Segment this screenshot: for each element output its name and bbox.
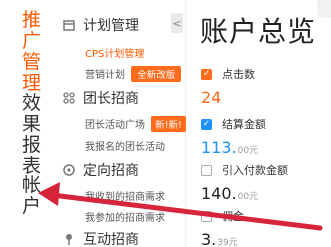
menu-item-cps-plan[interactable]: CPS计划管理: [85, 45, 181, 60]
group-head[interactable]: 互动招商: [63, 229, 139, 247]
rail-char: 户: [22, 195, 42, 217]
rail-item-account[interactable]: 帐 户: [22, 175, 42, 217]
calendar-icon: [63, 19, 75, 31]
rail-char: 帐: [22, 174, 42, 196]
metric-label: 引入付款金额: [222, 164, 288, 177]
metric-number: 140.: [201, 184, 237, 203]
group-title: 计划管理: [83, 18, 139, 34]
rail-char: 效: [22, 92, 42, 114]
group-title: 定向招商: [83, 163, 139, 179]
rail-char: 广: [22, 30, 42, 52]
menu-item-label: 团长活动广场: [85, 120, 145, 131]
account-overview-panel: 账户总览 ✓ 点击数 24 ✓ 结算金额 113.00元 引入付款金额 140.…: [186, 0, 331, 247]
metric-value: 3.39元: [201, 230, 244, 247]
grid-icon: [63, 92, 75, 104]
menu-item-joined-requests[interactable]: 我参加的招商需求: [85, 209, 165, 224]
menu-item-marketing-plan[interactable]: 营销计划 全新改版: [85, 66, 182, 82]
rail-item-performance-reports[interactable]: 效 果 报 表: [22, 93, 42, 177]
new-badge: 新!新!: [151, 116, 186, 132]
rail-char: 推: [22, 9, 42, 31]
metric-value: 24: [201, 88, 255, 107]
metric-checkbox[interactable]: ✓: [201, 118, 212, 130]
group-title: 互动招商: [83, 232, 139, 247]
metric-unit: 00元: [237, 192, 259, 202]
metric-unit: 00元: [237, 146, 259, 156]
rail-item-promotion-management[interactable]: 推 广 管 理: [22, 10, 42, 94]
metric-settlement-amount: ✓ 结算金额 113.00元: [201, 116, 266, 157]
pin-icon: [63, 233, 75, 245]
collapse-menu-button[interactable]: <: [171, 13, 183, 33]
rail-char: 果: [22, 113, 42, 135]
group-head[interactable]: 计划管理: [63, 15, 181, 35]
metric-label: 点击数: [222, 68, 255, 81]
metric-label: 佣金: [222, 210, 244, 223]
metric-commission: 佣金 3.39元: [201, 208, 244, 247]
metric-label: 结算金额: [222, 118, 266, 131]
page-title: 账户总览: [200, 15, 317, 48]
menu-item-label: 营销计划: [85, 70, 125, 81]
left-rail: 推 广 管 理 效 果 报 表 帐 户: [0, 0, 53, 247]
menu-group-leader-recruit: 团长招商 团长活动广场 新!新! 我报名的团长活动: [63, 88, 186, 153]
metric-checkbox[interactable]: [201, 210, 212, 222]
menu-group-plan-management: 计划管理 CPS计划管理 营销计划 全新改版: [63, 15, 182, 82]
group-head[interactable]: 定向招商: [63, 160, 165, 180]
new-badge: 全新改版: [131, 66, 182, 82]
menu-group-targeted-recruit: 定向招商 我收到的招商需求 我参加的招商需求: [63, 160, 165, 224]
metric-number: 113.: [201, 138, 237, 157]
menu-item-received-requests[interactable]: 我收到的招商需求: [85, 188, 165, 203]
menu-item-my-leader-activities[interactable]: 我报名的团长活动: [85, 138, 186, 153]
group-head[interactable]: 团长招商: [63, 88, 186, 108]
location-pin-icon: [63, 164, 75, 176]
rail-char: 理: [22, 72, 42, 94]
metric-number: 24: [201, 88, 222, 107]
menu-item-leader-plaza[interactable]: 团长活动广场 新!新!: [85, 116, 186, 132]
corner-tab: [317, 0, 331, 18]
metric-clicks: ✓ 点击数 24: [201, 66, 255, 107]
metric-unit: 39元: [217, 238, 238, 247]
metric-number: 3.: [201, 230, 217, 247]
metric-payment-amount: 引入付款金额 140.00元: [201, 162, 288, 203]
rail-char: 报: [22, 134, 42, 156]
group-title: 团长招商: [83, 91, 139, 107]
menu-group-interactive-recruit: 互动招商: [63, 229, 139, 247]
metric-checkbox[interactable]: ✓: [201, 68, 212, 80]
secondary-menu: 计划管理 CPS计划管理 营销计划 全新改版 团长招商 团长活动广场 新!新! …: [53, 0, 186, 247]
metric-checkbox[interactable]: [201, 164, 212, 176]
rail-char: 管: [22, 51, 42, 73]
metric-value: 140.00元: [201, 184, 288, 203]
metric-value: 113.00元: [201, 138, 266, 157]
